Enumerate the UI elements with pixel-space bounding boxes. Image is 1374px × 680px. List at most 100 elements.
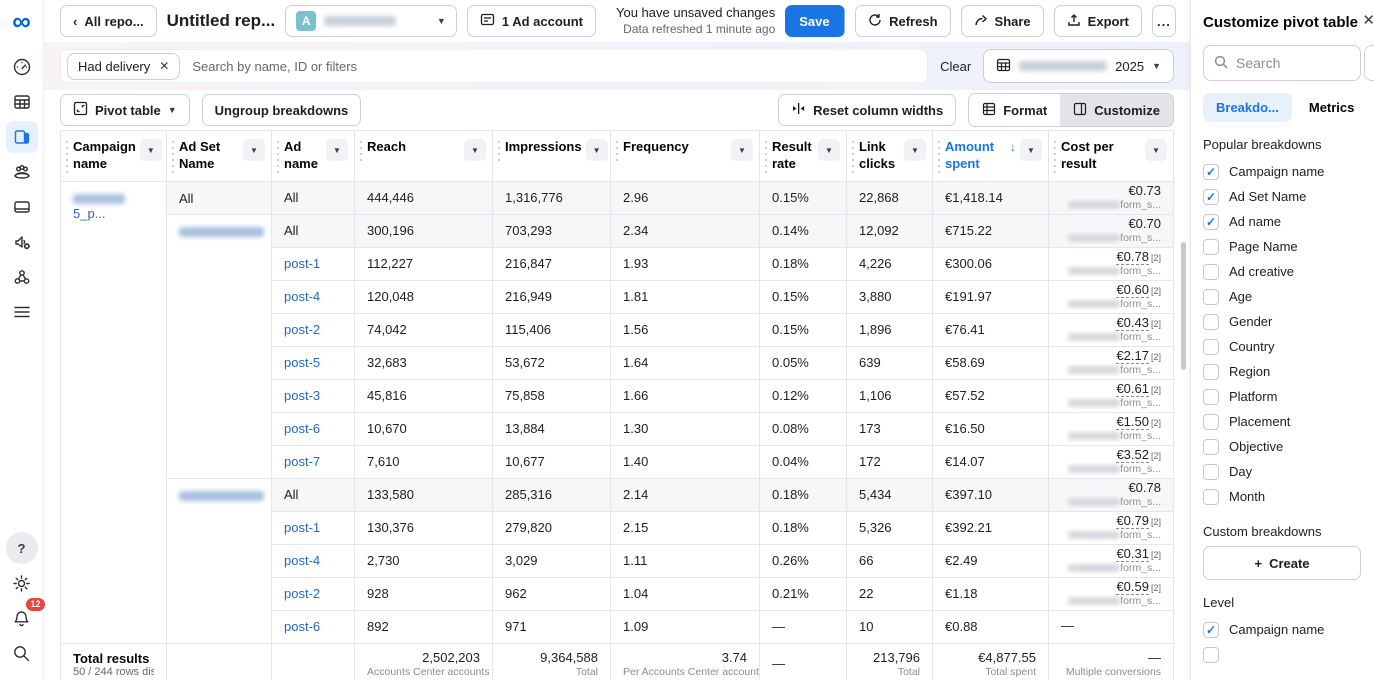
account-selector[interactable]: A ▼ <box>285 5 457 37</box>
checkbox-row-clipped[interactable] <box>1203 642 1374 667</box>
column-menu-button[interactable]: ▼ <box>1020 139 1042 161</box>
column-menu-button[interactable]: ▼ <box>586 139 608 161</box>
cost-per-result-value[interactable]: €0.61 <box>1116 381 1149 397</box>
cost-per-result-value[interactable]: €0.31 <box>1116 546 1149 562</box>
sidebar-item-audiences[interactable] <box>6 156 38 188</box>
sidebar-item-help[interactable]: ? <box>6 532 38 564</box>
column-drag-handle[interactable] <box>171 139 175 173</box>
cost-per-result-value[interactable]: €1.50 <box>1116 414 1149 430</box>
export-button[interactable]: Export <box>1054 5 1142 37</box>
view-type-pivot-button[interactable]: Pivot table ▼ <box>60 94 190 126</box>
column-menu-button[interactable]: ▼ <box>243 139 265 161</box>
cost-per-result-value[interactable]: €3.52 <box>1116 447 1149 463</box>
checkbox-row-region[interactable]: Region <box>1203 359 1374 384</box>
sidebar-item-search[interactable] <box>6 637 38 669</box>
cost-per-result-value[interactable]: €0.79 <box>1116 513 1149 529</box>
sidebar-item-overview-gauge[interactable] <box>6 51 38 83</box>
ad-link[interactable]: post-3 <box>284 388 320 403</box>
cost-per-result-value[interactable]: €0.59 <box>1116 579 1149 595</box>
create-custom-breakdown-button[interactable]: + Create <box>1203 546 1361 580</box>
campaign-link[interactable]: 5_p... <box>73 206 106 221</box>
ad-link[interactable]: post-4 <box>284 553 320 568</box>
checkbox-checked[interactable]: ✓ <box>1203 189 1219 205</box>
ad-link[interactable]: post-7 <box>284 454 320 469</box>
checkbox-row-country[interactable]: Country <box>1203 334 1374 359</box>
save-options-button[interactable]: ▼ <box>844 5 845 37</box>
column-menu-button[interactable]: ▼ <box>140 139 162 161</box>
date-range-selector[interactable]: 2025 ▼ <box>983 49 1174 83</box>
column-header-link-clicks[interactable]: Link clicks▼ <box>847 131 933 182</box>
column-drag-handle[interactable] <box>615 139 619 165</box>
checkbox-unchecked[interactable] <box>1203 389 1219 405</box>
ungroup-breakdowns-button[interactable]: Ungroup breakdowns <box>202 94 362 126</box>
column-drag-handle[interactable] <box>851 139 855 173</box>
sidebar-item-notifications[interactable]: 12 <box>6 602 38 634</box>
checkbox-unchecked[interactable] <box>1203 414 1219 430</box>
ad-link[interactable]: post-2 <box>284 322 320 337</box>
column-menu-button[interactable]: ▼ <box>464 139 486 161</box>
checkbox-row-age[interactable]: Age <box>1203 284 1374 309</box>
column-header-campaign-name[interactable]: Campaign name▼ <box>61 131 167 182</box>
sidebar-item-reports[interactable] <box>6 121 38 153</box>
reset-column-widths-button[interactable]: Reset column widths <box>778 94 956 126</box>
column-menu-button[interactable]: ▼ <box>326 139 348 161</box>
tab-breakdo-[interactable]: Breakdo... <box>1203 93 1292 122</box>
filter-chip-had-delivery[interactable]: Had delivery ✕ <box>67 53 180 80</box>
column-header-ad-name[interactable]: Ad name▼ <box>272 131 355 182</box>
column-header-frequency[interactable]: Frequency▼ <box>611 131 760 182</box>
checkbox-unchecked[interactable] <box>1203 264 1219 280</box>
panel-search-input[interactable]: Search <box>1203 45 1361 81</box>
column-header-cost-per-result[interactable]: Cost per result▼ <box>1049 131 1174 182</box>
column-menu-button[interactable]: ▼ <box>818 139 840 161</box>
checkbox-checked[interactable]: ✓ <box>1203 622 1219 638</box>
ad-link[interactable]: post-1 <box>284 256 320 271</box>
vertical-scrollbar[interactable] <box>1181 242 1186 370</box>
remove-filter-icon[interactable]: ✕ <box>159 59 169 73</box>
column-drag-handle[interactable] <box>937 139 941 173</box>
checkbox-row-ad-set-name[interactable]: ✓Ad Set Name <box>1203 184 1374 209</box>
column-drag-handle[interactable] <box>65 139 69 173</box>
ad-account-button[interactable]: 1 Ad account <box>467 5 596 37</box>
checkbox-row-platform[interactable]: Platform <box>1203 384 1374 409</box>
cost-per-result-value[interactable]: €0.78 <box>1116 249 1149 265</box>
sidebar-item-all-tools[interactable] <box>6 296 38 328</box>
column-drag-handle[interactable] <box>764 139 768 173</box>
clipped-panel-control[interactable] <box>1364 45 1374 81</box>
refresh-button[interactable]: Refresh <box>855 5 950 37</box>
checkbox-row-ad-creative[interactable]: Ad creative <box>1203 259 1374 284</box>
checkbox-checked[interactable]: ✓ <box>1203 214 1219 230</box>
column-header-reach[interactable]: Reach▼ <box>355 131 493 182</box>
checkbox-row-page-name[interactable]: Page Name <box>1203 234 1374 259</box>
save-button[interactable]: Save <box>785 5 843 37</box>
ad-link[interactable]: post-1 <box>284 520 320 535</box>
sidebar-item-tables[interactable] <box>6 86 38 118</box>
checkbox-row-gender[interactable]: Gender <box>1203 309 1374 334</box>
checkbox-unchecked[interactable] <box>1203 239 1219 255</box>
share-button[interactable]: Share <box>961 5 1044 37</box>
ad-link[interactable]: post-6 <box>284 421 320 436</box>
column-header-amount-spent[interactable]: Amount spent↓▼ <box>933 131 1049 182</box>
more-options-button[interactable]: ... <box>1152 5 1176 37</box>
checkbox-unchecked[interactable] <box>1203 464 1219 480</box>
checkbox-unchecked[interactable] <box>1203 364 1219 380</box>
checkbox-row-ad-name[interactable]: ✓Ad name <box>1203 209 1374 234</box>
column-header-result-rate[interactable]: Result rate▼ <box>760 131 847 182</box>
checkbox-checked[interactable]: ✓ <box>1203 164 1219 180</box>
ad-link[interactable]: post-4 <box>284 289 320 304</box>
sidebar-item-ads-manager[interactable] <box>6 226 38 258</box>
ad-link[interactable]: post-5 <box>284 355 320 370</box>
checkbox-row-placement[interactable]: Placement <box>1203 409 1374 434</box>
tab-metrics[interactable]: Metrics <box>1296 93 1368 122</box>
checkbox-unchecked[interactable] <box>1203 289 1219 305</box>
checkbox-row-campaign-name[interactable]: ✓Campaign name <box>1203 617 1374 642</box>
checkbox-row-day[interactable]: Day <box>1203 459 1374 484</box>
column-menu-button[interactable]: ▼ <box>731 139 753 161</box>
column-drag-handle[interactable] <box>359 139 363 165</box>
ad-link[interactable]: post-6 <box>284 619 320 634</box>
sidebar-item-billing[interactable] <box>6 191 38 223</box>
clear-filters-link[interactable]: Clear <box>940 59 971 74</box>
ad-link[interactable]: post-2 <box>284 586 320 601</box>
checkbox-row-objective[interactable]: Objective <box>1203 434 1374 459</box>
format-button[interactable]: Format <box>969 94 1060 126</box>
checkbox-unchecked[interactable] <box>1203 647 1219 663</box>
